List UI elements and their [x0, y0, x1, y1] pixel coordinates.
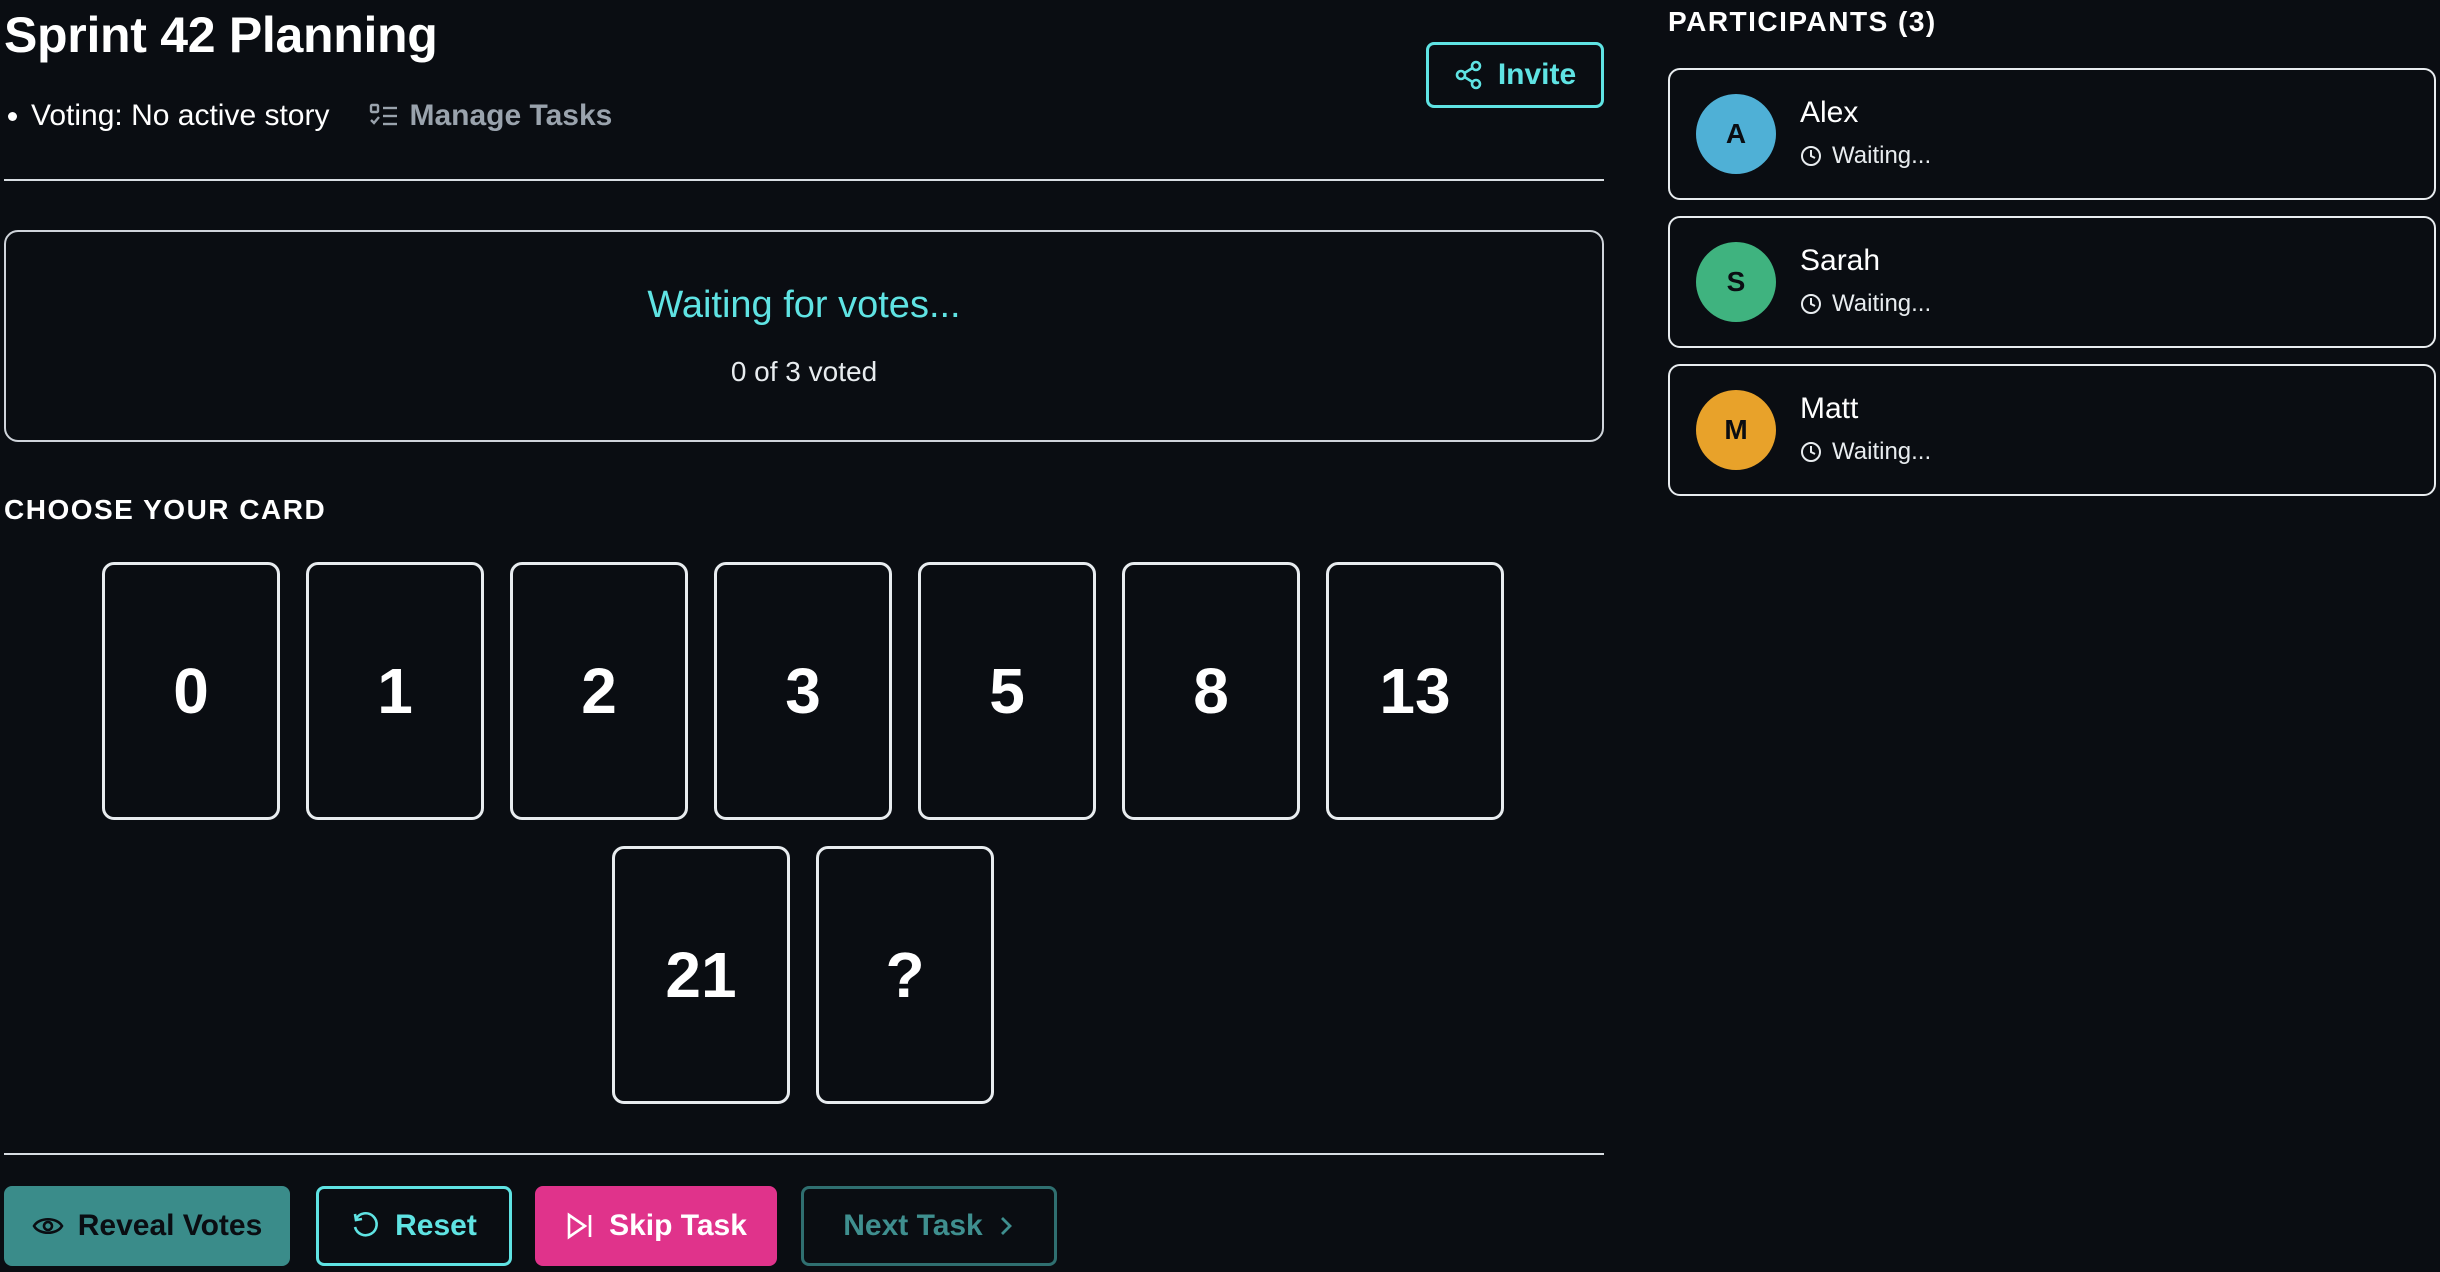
clock-icon	[1801, 442, 1821, 462]
participant-status-text: Waiting...	[1832, 142, 1932, 169]
participants-heading: PARTICIPANTS (3)	[1668, 6, 1937, 37]
skip-task-button[interactable]: Skip Task	[535, 1186, 777, 1266]
reset-label: Reset	[395, 1209, 477, 1242]
participant-sarah: S Sarah Waiting...	[1668, 216, 2436, 348]
participant-name: Sarah	[1800, 244, 1881, 277]
reveal-votes-button[interactable]: Reveal Votes	[4, 1186, 290, 1266]
participant-status: Waiting...	[1800, 438, 1931, 466]
checklist-icon	[370, 103, 398, 126]
participant-alex: A Alex Waiting...	[1668, 68, 2436, 200]
card-question[interactable]: ?	[816, 846, 994, 1104]
skip-forward-icon	[567, 1212, 592, 1240]
card-21[interactable]: 21	[612, 846, 790, 1104]
card-0[interactable]: 0	[102, 562, 280, 820]
card-2[interactable]: 2	[510, 562, 688, 820]
avatar: M	[1696, 390, 1776, 470]
status-dot	[8, 111, 17, 121]
vote-count: 0 of 3 voted	[730, 356, 878, 387]
eye-icon	[32, 1217, 64, 1235]
participant-matt: M Matt Waiting...	[1668, 364, 2436, 496]
participant-status-text: Waiting...	[1832, 290, 1932, 317]
choose-card-heading: CHOOSE YOUR CARD	[4, 494, 327, 525]
footer-divider	[4, 1153, 1604, 1155]
invite-label: Invite	[1497, 58, 1577, 91]
clock-icon	[1801, 294, 1821, 314]
card-8[interactable]: 8	[1122, 562, 1300, 820]
card-1[interactable]: 1	[306, 562, 484, 820]
voting-status: Voting: No active story	[31, 99, 330, 132]
main-panel: Sprint 42 Planning Voting: No active sto…	[4, 0, 1604, 1272]
participant-status-text: Waiting...	[1832, 438, 1932, 465]
invite-button[interactable]: Invite	[1426, 42, 1604, 108]
manage-tasks-label: Manage Tasks	[409, 99, 613, 132]
participant-name: Matt	[1800, 392, 1859, 425]
share-icon	[1455, 60, 1482, 90]
participant-status: Waiting...	[1800, 142, 1931, 170]
participant-name: Alex	[1800, 96, 1859, 129]
reset-icon	[353, 1212, 379, 1237]
waiting-text: Waiting for votes...	[647, 284, 961, 326]
next-task-button[interactable]: Next Task	[801, 1186, 1057, 1266]
avatar: A	[1696, 94, 1776, 174]
chevron-right-icon	[1000, 1217, 1012, 1235]
card-13[interactable]: 13	[1326, 562, 1504, 820]
participant-status: Waiting...	[1800, 290, 1931, 318]
skip-task-label: Skip Task	[609, 1209, 747, 1242]
card-3[interactable]: 3	[714, 562, 892, 820]
clock-icon	[1801, 146, 1821, 166]
reveal-votes-label: Reveal Votes	[77, 1209, 263, 1242]
next-task-label: Next Task	[843, 1209, 983, 1242]
reset-button[interactable]: Reset	[316, 1186, 512, 1266]
manage-tasks-link[interactable]: Manage Tasks	[369, 99, 612, 133]
session-meta: Voting: No active story Manage Tasks	[4, 96, 612, 136]
avatar: S	[1696, 242, 1776, 322]
page-title: Sprint 42 Planning	[4, 7, 438, 63]
header-divider	[4, 179, 1604, 181]
card-5[interactable]: 5	[918, 562, 1096, 820]
vote-status-panel: Waiting for votes... 0 of 3 voted	[4, 230, 1604, 442]
